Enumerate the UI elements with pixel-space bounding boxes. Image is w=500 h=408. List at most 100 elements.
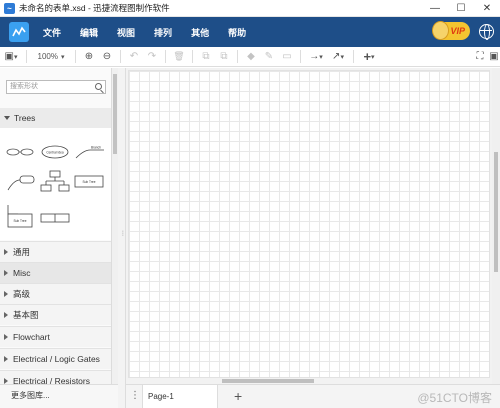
trees-category-header[interactable]: Trees bbox=[0, 108, 111, 128]
fullscreen-icon: ⛶ bbox=[476, 51, 484, 62]
category-resistors[interactable]: Electrical / Resistors bbox=[0, 370, 111, 384]
plus-icon: + bbox=[363, 49, 372, 64]
shape-central-idea[interactable]: Central Idea bbox=[40, 144, 70, 160]
shape-tree-org[interactable] bbox=[40, 170, 70, 194]
trees-label: Trees bbox=[14, 113, 36, 123]
category-misc[interactable]: Misc bbox=[0, 262, 111, 283]
toolbar-divider bbox=[300, 50, 301, 63]
menu-help[interactable]: 帮助 bbox=[228, 26, 246, 39]
redo-icon: ↷ bbox=[147, 51, 157, 62]
delete-button[interactable]: 🗑 bbox=[170, 47, 188, 67]
vip-button[interactable]: VIP bbox=[432, 21, 470, 40]
shape-sub-tree[interactable]: Sub Tree bbox=[74, 174, 104, 190]
pages-menu-icon[interactable]: ⋮ bbox=[130, 390, 140, 404]
toolbar-divider bbox=[165, 50, 166, 63]
category-label: Electrical / Resistors bbox=[13, 376, 90, 384]
toolbar: ▣ ▾ 100% ▾ ⊕ ⊖ ↶ ↷ 🗑 ⧉ ⧉ ◆ ✎ ▭ → ▾ ↗ ▾ +… bbox=[0, 47, 500, 67]
menu-view[interactable]: 视图 bbox=[117, 26, 135, 39]
page-view-button[interactable]: ▣ ▾ bbox=[0, 47, 22, 67]
window-controls: — ☐ ✕ bbox=[422, 0, 500, 17]
shape-tree-curve-node[interactable] bbox=[6, 174, 36, 192]
sidebar-collapse-handle[interactable]: ⋮ bbox=[118, 68, 126, 408]
chevron-down-icon: ▾ bbox=[13, 53, 18, 61]
category-flowchart[interactable]: Flowchart bbox=[0, 326, 111, 347]
menu-edit[interactable]: 编辑 bbox=[80, 26, 98, 39]
main-menu: 文件 编辑 视图 排列 其他 帮助 bbox=[43, 26, 265, 39]
trees-shape-palette: Central Idea Branch Sub Tree Sub Tree bbox=[0, 128, 111, 240]
close-button[interactable]: ✕ bbox=[474, 0, 500, 17]
zoom-level: 100% bbox=[37, 52, 58, 61]
app-logo-button[interactable] bbox=[9, 22, 29, 42]
title-bar: ~ 未命名的表单.xsd - 迅捷流程图制作软件 — ☐ ✕ bbox=[0, 0, 500, 17]
window-title: 未命名的表单.xsd - 迅捷流程图制作软件 bbox=[19, 3, 170, 13]
shape-search-input[interactable]: 搜索形状 bbox=[6, 80, 106, 94]
add-page-button[interactable]: + bbox=[234, 388, 242, 404]
panel-icon: ▣ bbox=[489, 51, 499, 62]
shape-tree-split-box[interactable] bbox=[40, 212, 70, 224]
canvas-vertical-scrollbar[interactable] bbox=[492, 68, 500, 384]
category-general[interactable]: 通用 bbox=[0, 241, 111, 262]
undo-button[interactable]: ↶ bbox=[125, 47, 143, 67]
menu-arrange[interactable]: 排列 bbox=[154, 26, 172, 39]
to-front-icon: ⧉ bbox=[202, 51, 210, 62]
diagram-canvas-area bbox=[126, 68, 500, 384]
caret-down-icon bbox=[4, 116, 10, 120]
zoom-in-button[interactable]: ⊕ bbox=[80, 47, 98, 67]
shape-tree-ellipse-pair[interactable] bbox=[6, 146, 34, 158]
app-icon: ~ bbox=[4, 2, 15, 14]
category-logic-gates[interactable]: Electrical / Logic Gates bbox=[0, 348, 111, 369]
caret-right-icon bbox=[4, 270, 8, 276]
caret-right-icon bbox=[4, 356, 8, 362]
toolbar-divider bbox=[237, 50, 238, 63]
watermark: @51CTO博客 bbox=[417, 391, 492, 405]
minimize-button[interactable]: — bbox=[422, 0, 448, 17]
language-globe-icon[interactable] bbox=[479, 24, 494, 40]
zoom-in-icon: ⊕ bbox=[84, 51, 94, 62]
page-tab-page-1[interactable]: Page-1 bbox=[142, 385, 218, 408]
category-basic[interactable]: 基本图 bbox=[0, 304, 111, 325]
toolbar-divider bbox=[75, 50, 76, 63]
vertical-scrollbar-thumb[interactable] bbox=[494, 152, 498, 272]
chevron-down-icon: ▾ bbox=[60, 53, 65, 61]
shadow-icon: ▭ bbox=[282, 51, 292, 62]
search-icon[interactable] bbox=[95, 83, 102, 90]
sidebar-scrollbar-thumb[interactable] bbox=[113, 74, 117, 154]
horizontal-scrollbar-thumb[interactable] bbox=[222, 379, 314, 383]
zoom-select[interactable]: 100% ▾ bbox=[31, 47, 71, 67]
maximize-button[interactable]: ☐ bbox=[448, 0, 474, 17]
undo-icon: ↶ bbox=[129, 51, 139, 62]
zoom-out-icon: ⊖ bbox=[102, 51, 112, 62]
shadow-button[interactable]: ▭ bbox=[278, 47, 296, 67]
more-shapes-button[interactable]: 更多图库... bbox=[0, 384, 118, 408]
chevron-down-icon: ▾ bbox=[319, 53, 323, 61]
category-label: Electrical / Logic Gates bbox=[13, 354, 100, 364]
page-tabs-bar: ⋮ Page-1 + @51CTO博客 bbox=[126, 384, 500, 408]
shape-branch[interactable]: Branch bbox=[74, 144, 106, 160]
to-back-icon: ⧉ bbox=[220, 51, 228, 62]
pen-icon: ✎ bbox=[264, 51, 274, 62]
shape-sub-tree-bracket[interactable]: Sub Tree bbox=[6, 204, 36, 230]
toolbar-divider bbox=[26, 50, 27, 63]
zoom-out-button[interactable]: ⊖ bbox=[98, 47, 116, 67]
logo-icon bbox=[12, 26, 26, 37]
category-label: 高级 bbox=[13, 289, 31, 299]
redo-button[interactable]: ↷ bbox=[143, 47, 161, 67]
connection-style-button[interactable]: → ▾ bbox=[305, 47, 327, 67]
insert-button[interactable]: + ▾ bbox=[358, 47, 380, 67]
waypoint-style-button[interactable]: ↗ ▾ bbox=[327, 47, 349, 67]
to-back-button[interactable]: ⧉ bbox=[215, 47, 233, 67]
fill-color-button[interactable]: ◆ bbox=[242, 47, 260, 67]
menu-file[interactable]: 文件 bbox=[43, 26, 61, 39]
diagram-canvas[interactable] bbox=[128, 70, 490, 378]
toolbar-divider bbox=[192, 50, 193, 63]
menu-bar: 文件 编辑 视图 排列 其他 帮助 VIP bbox=[0, 17, 500, 47]
category-label: Misc bbox=[13, 268, 31, 278]
line-color-button[interactable]: ✎ bbox=[260, 47, 278, 67]
shape-sidebar: 搜索形状 Trees Central Idea Branch Sub Tree … bbox=[0, 68, 112, 384]
format-panel-button[interactable]: ▣ bbox=[488, 47, 500, 67]
category-advanced[interactable]: 高级 bbox=[0, 283, 111, 304]
menu-other[interactable]: 其他 bbox=[191, 26, 209, 39]
to-front-button[interactable]: ⧉ bbox=[197, 47, 215, 67]
fullscreen-button[interactable]: ⛶ bbox=[472, 47, 488, 67]
search-placeholder: 搜索形状 bbox=[10, 83, 38, 90]
